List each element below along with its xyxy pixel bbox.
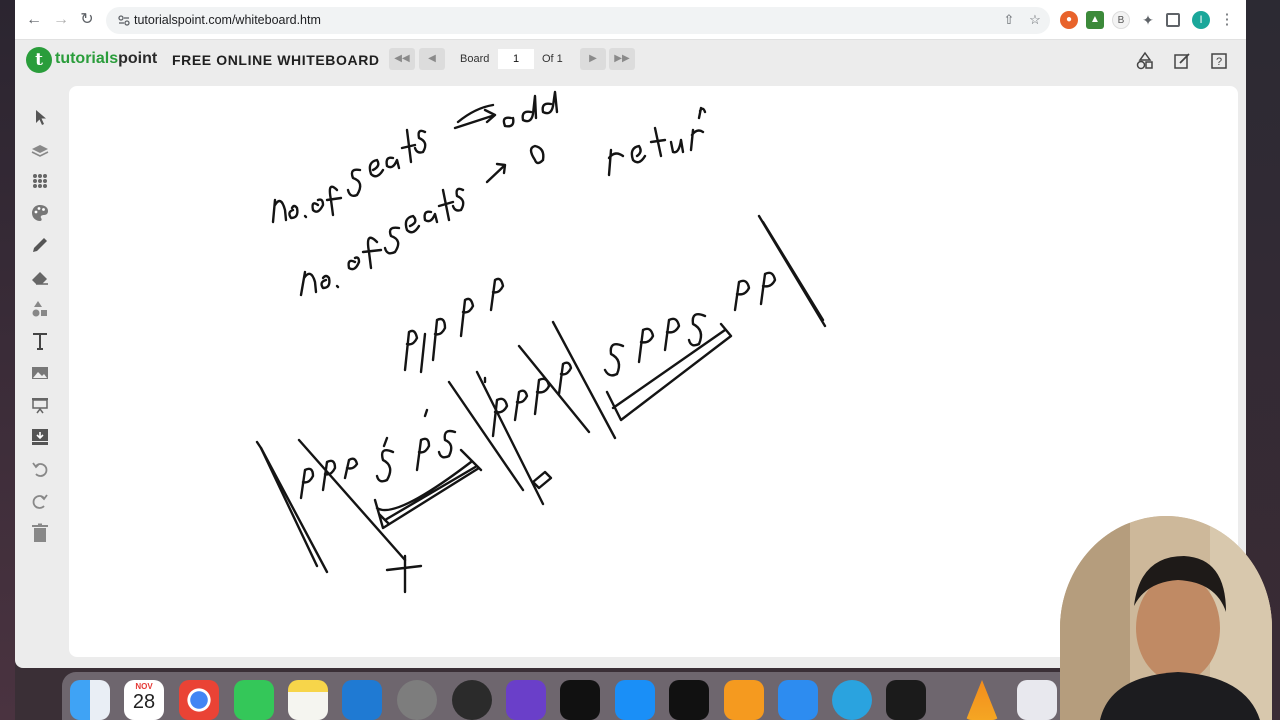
apple-tv-icon[interactable] bbox=[560, 680, 600, 720]
eraser-tool-icon[interactable] bbox=[29, 266, 51, 288]
system-settings-icon[interactable] bbox=[397, 680, 437, 720]
logo[interactable]: tutorialspoint bbox=[55, 50, 157, 68]
handwritten-drawing bbox=[255, 90, 827, 594]
svg-text:?: ? bbox=[1216, 56, 1222, 68]
extension-icon-2[interactable]: ▲ bbox=[1086, 11, 1104, 29]
bookmark-star-icon[interactable]: ☆ bbox=[1027, 12, 1043, 28]
extension-icon-1[interactable]: ● bbox=[1060, 11, 1078, 29]
finder-icon[interactable] bbox=[70, 680, 110, 720]
ink-line-1 bbox=[271, 90, 559, 224]
color-palette-icon[interactable] bbox=[29, 202, 51, 224]
logo-text-part1: tutorials bbox=[55, 50, 119, 67]
url-text: tutorialspoint.com/whiteboard.htm bbox=[134, 13, 321, 27]
share-icon[interactable]: ⇧ bbox=[1001, 12, 1017, 28]
image-tool-icon[interactable] bbox=[29, 362, 51, 384]
calendar-icon[interactable]: NOV 28 bbox=[124, 680, 164, 720]
xp-pen-icon[interactable] bbox=[669, 680, 709, 720]
calendar-month: NOV bbox=[135, 682, 153, 691]
vlc-icon[interactable] bbox=[966, 680, 998, 720]
sketch-icon[interactable] bbox=[778, 680, 818, 720]
prev-board-button[interactable]: ◀ bbox=[419, 48, 445, 70]
terminal-icon[interactable] bbox=[886, 680, 926, 720]
reload-icon[interactable]: ↻ bbox=[76, 9, 98, 31]
imovie-icon[interactable] bbox=[506, 680, 546, 720]
pages-icon[interactable] bbox=[724, 680, 764, 720]
app-store-icon[interactable] bbox=[615, 680, 655, 720]
profile-avatar[interactable]: I bbox=[1192, 11, 1210, 29]
logo-text-part2: point bbox=[118, 50, 158, 67]
logo-icon[interactable]: t bbox=[26, 47, 52, 73]
shapes-tool-icon[interactable] bbox=[29, 298, 51, 320]
board-label: Board bbox=[460, 53, 490, 65]
ink-line-2 bbox=[299, 106, 707, 297]
edit-icon[interactable] bbox=[1172, 51, 1192, 71]
presentation-tool-icon[interactable] bbox=[29, 394, 51, 416]
tool-sidebar bbox=[15, 96, 65, 556]
extensions-puzzle-icon[interactable]: ✦ bbox=[1139, 11, 1157, 29]
notes-icon[interactable] bbox=[288, 680, 328, 720]
browser-toolbar: ← → ↻ tutorialspoint.com/whiteboard.htm … bbox=[15, 0, 1246, 40]
desktop-wallpaper-left bbox=[0, 0, 15, 720]
layers-tool-icon[interactable] bbox=[29, 138, 51, 160]
undo-icon[interactable] bbox=[29, 458, 51, 480]
ink-pppp bbox=[403, 277, 505, 374]
browser-menu-icon[interactable]: ⋮ bbox=[1218, 11, 1236, 29]
forward-icon[interactable]: → bbox=[50, 9, 72, 31]
first-board-button[interactable]: ◀◀ bbox=[389, 48, 415, 70]
browser-window: ← → ↻ tutorialspoint.com/whiteboard.htm … bbox=[15, 0, 1246, 668]
select-tool-icon[interactable] bbox=[29, 106, 51, 128]
macos-dock: NOV 28 bbox=[62, 672, 1102, 720]
address-bar[interactable]: tutorialspoint.com/whiteboard.htm ⇧ ☆ bbox=[106, 7, 1050, 34]
page-title: FREE ONLINE WHITEBOARD bbox=[172, 52, 380, 68]
board-number-input[interactable] bbox=[498, 49, 534, 69]
pencil-tool-icon[interactable] bbox=[29, 234, 51, 256]
extension-badge-icon[interactable]: B bbox=[1112, 11, 1130, 29]
help-icon[interactable]: ? bbox=[1209, 51, 1229, 71]
app-header: t tutorialspoint FREE ONLINE WHITEBOARD … bbox=[15, 40, 1246, 82]
redo-icon[interactable] bbox=[29, 490, 51, 512]
ink-middle-arrangement bbox=[447, 320, 617, 506]
grid-tool-icon[interactable] bbox=[29, 170, 51, 192]
chrome-icon[interactable] bbox=[179, 680, 219, 720]
delete-board-icon[interactable] bbox=[29, 522, 51, 544]
telegram-icon[interactable] bbox=[832, 680, 872, 720]
board-count-label: Of 1 bbox=[542, 53, 563, 65]
mkv-to-mp4-icon[interactable] bbox=[1017, 680, 1057, 720]
facetime-icon[interactable] bbox=[234, 680, 274, 720]
download-tool-icon[interactable] bbox=[29, 426, 51, 448]
obs-icon[interactable] bbox=[452, 680, 492, 720]
shapes-library-icon[interactable] bbox=[1135, 51, 1155, 71]
ink-left-arrangement bbox=[255, 408, 483, 594]
vscode-icon[interactable] bbox=[342, 680, 382, 720]
back-icon[interactable]: ← bbox=[23, 9, 45, 31]
next-board-button[interactable]: ▶ bbox=[580, 48, 606, 70]
side-panel-icon[interactable] bbox=[1166, 13, 1180, 27]
calendar-day: 28 bbox=[132, 691, 156, 713]
site-info-icon[interactable] bbox=[117, 13, 131, 27]
ink-right-arrangement bbox=[603, 214, 827, 422]
whiteboard-canvas[interactable] bbox=[69, 86, 1238, 657]
text-tool-icon[interactable] bbox=[29, 330, 51, 352]
last-board-button[interactable]: ▶▶ bbox=[609, 48, 635, 70]
